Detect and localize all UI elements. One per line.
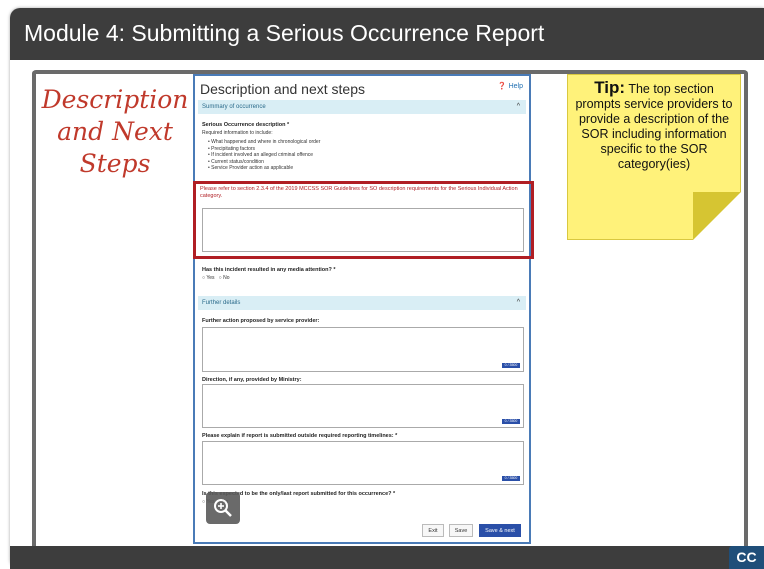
direction-label: Direction, if any, provided by Ministry:	[202, 377, 302, 383]
title-bar: Module 4: Submitting a Serious Occurrenc…	[10, 8, 764, 60]
summary-section-header[interactable]: Summary of occurrence ^	[198, 100, 526, 114]
chevron-up-icon: ^	[516, 103, 520, 110]
slide-title: Module 4: Submitting a Serious Occurrenc…	[24, 20, 545, 46]
handwritten-line-3: Steps	[79, 149, 151, 178]
required-info-text: Required information to include:	[202, 130, 273, 136]
closed-captions-button[interactable]: CC	[729, 546, 764, 569]
handwritten-line-2: and Next	[57, 117, 173, 146]
further-action-textarea[interactable]: 0 / 3500	[202, 327, 524, 372]
bottom-bar	[10, 546, 764, 569]
radio-yes[interactable]: ○ Yes	[202, 275, 215, 281]
form-button-bar: Exit Save Save & next	[195, 520, 529, 542]
required-info-list: • What happened and where in chronologic…	[208, 139, 320, 172]
save-next-button[interactable]: Save & next	[479, 524, 521, 537]
form-title: Description and next steps	[200, 81, 365, 97]
chevron-up-icon: ^	[516, 299, 520, 306]
tip-page-curl	[693, 192, 741, 240]
tip-heading: Tip:	[594, 78, 626, 97]
tip-text: Tip: The top section prompts service pro…	[575, 78, 733, 172]
list-item: • Service Provider action as applicable	[208, 165, 294, 171]
char-counter: 0 / 3500	[502, 363, 520, 368]
outside-timelines-label: Please explain if report is submitted ou…	[202, 433, 398, 439]
media-radio-group: ○ Yes ○ No	[202, 275, 230, 281]
tip-note: Tip: The top section prompts service pro…	[567, 74, 741, 240]
help-icon: ❓	[497, 83, 507, 90]
further-action-label: Further action proposed by service provi…	[202, 318, 320, 324]
handwritten-line-1: Description	[41, 85, 189, 114]
highlight-box	[193, 181, 534, 259]
form-screenshot: Description and next steps ❓ Help Summar…	[193, 74, 531, 544]
zoom-button[interactable]	[206, 492, 240, 524]
media-question: Has this incident resulted in any media …	[202, 267, 336, 273]
char-counter: 0 / 3500	[502, 419, 520, 424]
help-label: Help	[508, 83, 523, 90]
further-header-label: Further details	[202, 300, 241, 306]
radio-no[interactable]: ○ No	[219, 275, 230, 281]
exit-button[interactable]: Exit	[422, 524, 444, 537]
description-label: Serious Occurrence description *	[202, 122, 290, 128]
direction-textarea[interactable]: 0 / 3500	[202, 384, 524, 428]
outside-timelines-textarea[interactable]: 0 / 3500	[202, 441, 524, 485]
save-button[interactable]: Save	[449, 524, 473, 537]
char-counter: 0 / 3500	[502, 476, 520, 481]
zoom-in-icon	[214, 499, 232, 517]
handwritten-heading: Description and Next Steps	[40, 84, 190, 180]
help-link[interactable]: ❓ Help	[498, 82, 523, 90]
summary-header-label: Summary of occurrence	[202, 104, 266, 110]
further-details-header[interactable]: Further details ^	[198, 296, 526, 310]
